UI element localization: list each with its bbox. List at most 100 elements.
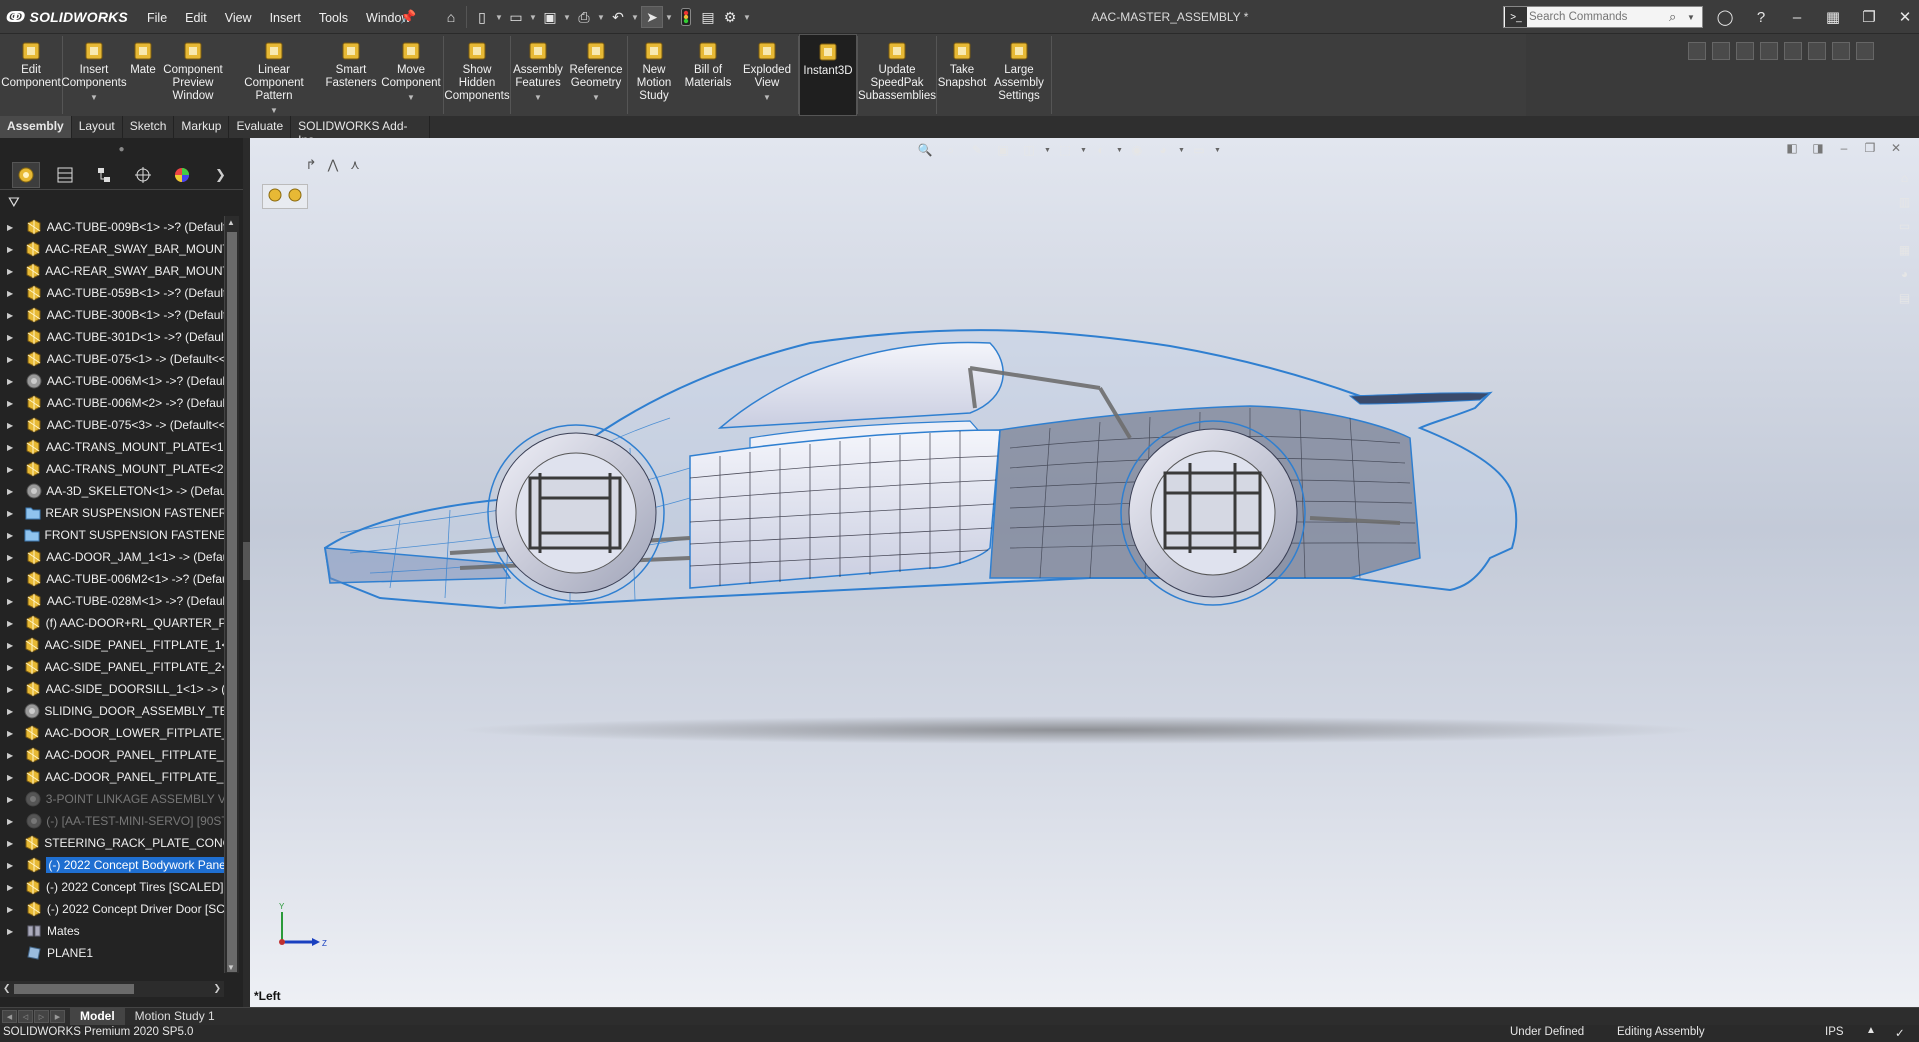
speedpak-button[interactable]: Update SpeedPak Subassemblies [858,34,936,116]
feature-tree-tab-icon[interactable] [12,161,40,188]
undo-icon[interactable]: ↶ [607,6,629,28]
expand-arrow-icon[interactable]: ▶ [0,619,14,628]
tab-layout[interactable]: Layout [71,116,123,138]
expand-arrow-icon[interactable]: ▶ [0,905,14,914]
tree-item[interactable]: ▶ (-) 2022 Concept Tires [SCALED]< [0,876,224,898]
solidworks-logo[interactable]: ↂ SOLIDWORKS [6,7,128,27]
tree-item[interactable]: PLANE1 [0,942,224,964]
rebuild-traffic-light-icon[interactable] [675,6,697,28]
expand-arrow-icon[interactable]: ▶ [0,289,14,298]
zoom-to-area-icon[interactable]: ⌕ [940,140,962,160]
undo-dropdown-icon[interactable]: ▼ [629,6,641,28]
component-icon[interactable] [287,187,303,206]
viewport-tile-icon[interactable]: ◨ [1811,141,1825,155]
search-icon[interactable]: ⌕ [1669,9,1685,25]
rebuild-status-icon[interactable]: ✓ [1895,1026,1905,1040]
expand-arrow-icon[interactable]: ▶ [0,465,14,474]
scroll-down-icon[interactable]: ▼ [227,963,235,972]
tab-evaluate[interactable]: Evaluate [229,116,292,138]
tree-item[interactable]: ▶ AAC-DOOR_PANEL_FITPLATE_2< [0,766,224,788]
ribbon-tool-icon[interactable] [1832,42,1850,60]
expand-arrow-icon[interactable]: ▶ [0,795,14,804]
view-settings-icon[interactable]: ▭ [1188,140,1210,160]
expand-arrow-icon[interactable]: ▶ [0,707,13,716]
pin-menu-icon[interactable]: 📌 [400,9,416,25]
tree-item[interactable]: ▶ (-) [AA-TEST-MINI-SERVO] [90ST [0,810,224,832]
save-icon[interactable]: ▣ [539,6,561,28]
expand-arrow-icon[interactable]: ▶ [0,575,14,584]
tree-item[interactable]: ▶ AAC-SIDE_PANEL_FITPLATE_2<1> [0,656,224,678]
edit-appearance-icon[interactable]: ◕ [1152,140,1174,160]
edit-component-button[interactable]: Edit Component [0,34,62,116]
large-assembly-button[interactable]: Large Assembly Settings [987,34,1051,116]
first-tab-icon[interactable]: ◀ [2,1010,17,1023]
new-dropdown-icon[interactable]: ▼ [493,6,505,28]
component-icon[interactable] [267,187,283,206]
open-folder-icon[interactable]: ▭ [505,6,527,28]
expand-arrow-icon[interactable]: ▶ [0,729,13,738]
chevron-down-icon[interactable]: ▼ [592,91,600,104]
expand-arrow-icon[interactable]: ▶ [0,883,14,892]
tree-item[interactable]: ▶ AAC-TUBE-006M<2> ->? (Defaul [0,392,224,414]
tree-item[interactable]: ▶ 3-POINT LINKAGE ASSEMBLY V1 [0,788,224,810]
instant3d-button[interactable]: Instant3D [799,34,857,116]
move-component-button[interactable]: Move Component ▼ [379,34,443,116]
exit-sketch-icon[interactable]: ↱ [302,156,320,174]
expand-arrow-icon[interactable]: ▶ [0,817,14,826]
tree-item[interactable]: ▶ AAC-TUBE-075<3> -> (Default<< [0,414,224,436]
tab-markup[interactable]: Markup [174,116,230,138]
menu-view[interactable]: View [216,9,261,27]
display-style-icon[interactable]: ◐ [1090,140,1112,160]
expand-arrow-icon[interactable]: ▶ [0,927,14,936]
car-assembly-model[interactable] [250,138,1919,1007]
expand-arrow-icon[interactable]: ▶ [0,399,14,408]
open-dropdown-icon[interactable]: ▼ [527,6,539,28]
tree-item[interactable]: ▶ AAC-SIDE_PANEL_FITPLATE_1<1> [0,634,224,656]
expand-arrow-icon[interactable]: ▶ [0,377,14,386]
camera-button[interactable]: Take Snapshot [937,34,987,116]
viewport-split-icon[interactable]: ◧ [1785,141,1799,155]
ribbon-tool-icon[interactable] [1808,42,1826,60]
hide-show-items-icon[interactable]: ◉ [1126,140,1148,160]
chevron-down-icon[interactable]: ▼ [407,91,415,104]
print-dropdown-icon[interactable]: ▼ [595,6,607,28]
tree-item[interactable]: ▶ Mates [0,920,224,942]
help-icon[interactable]: ? [1746,4,1776,30]
select-arrow-icon[interactable]: ➤ [641,6,663,28]
tree-horizontal-scrollbar[interactable]: ❮ ❯ [0,981,224,997]
display-manager-tab-icon[interactable] [168,162,196,188]
expand-arrow-icon[interactable]: ▶ [0,509,14,518]
mate-button[interactable]: Mate [125,34,161,116]
expand-arrow-icon[interactable]: ▶ [0,553,14,562]
tree-item[interactable]: ▶ AAC-SIDE_DOORSILL_1<1> -> (D [0,678,224,700]
appearances-icon[interactable]: ◕ [1894,264,1916,284]
property-manager-tab-icon[interactable] [51,162,79,188]
tree-item[interactable]: ▶ AAC-REAR_SWAY_BAR_MOUNT< [0,260,224,282]
tree-item[interactable]: ▶ AAC-TRANS_MOUNT_PLATE<2> [0,458,224,480]
ribbon-tool-icon[interactable] [1760,42,1778,60]
tree-item[interactable]: ▶ AAC-TUBE-075<1> -> (Default<< [0,348,224,370]
ribbon-tool-icon[interactable] [1856,42,1874,60]
expand-arrow-icon[interactable]: ▶ [0,641,13,650]
options-dropdown-icon[interactable]: ▼ [741,6,753,28]
previous-view-icon[interactable]: ✎ [966,140,988,160]
show-hidden-button[interactable]: Show Hidden Components [444,34,510,116]
tab-motion-study[interactable]: Motion Study 1 [125,1008,225,1025]
expand-arrow-icon[interactable]: ▶ [0,311,14,320]
custom-properties-icon[interactable]: ▤ [1894,288,1916,308]
expand-arrow-icon[interactable]: ▶ [0,245,14,254]
expand-arrow-icon[interactable]: ▶ [0,421,14,430]
unit-dropdown-icon[interactable]: ▲ [1866,1025,1876,1036]
assembly-features-button[interactable]: Assembly Features ▼ [511,34,565,116]
filter-icon[interactable]: ⛛ [0,190,243,214]
dynamic-annotation-icon[interactable]: ◫ [1018,140,1040,160]
tree-vertical-scrollbar[interactable]: ▲ ▼ [224,216,239,973]
expand-arrow-icon[interactable]: ▶ [0,267,14,276]
close-icon[interactable]: ✕ [1890,4,1919,30]
scroll-up-icon[interactable]: ▲ [227,218,235,227]
new-document-icon[interactable]: ▯ [471,6,493,28]
view-orientation-icon[interactable]: ⬚ [1054,140,1076,160]
compass-icon[interactable]: ⋀ [324,156,342,174]
motion-study-button[interactable]: New Motion Study [628,34,680,116]
ribbon-tool-icon[interactable] [1736,42,1754,60]
